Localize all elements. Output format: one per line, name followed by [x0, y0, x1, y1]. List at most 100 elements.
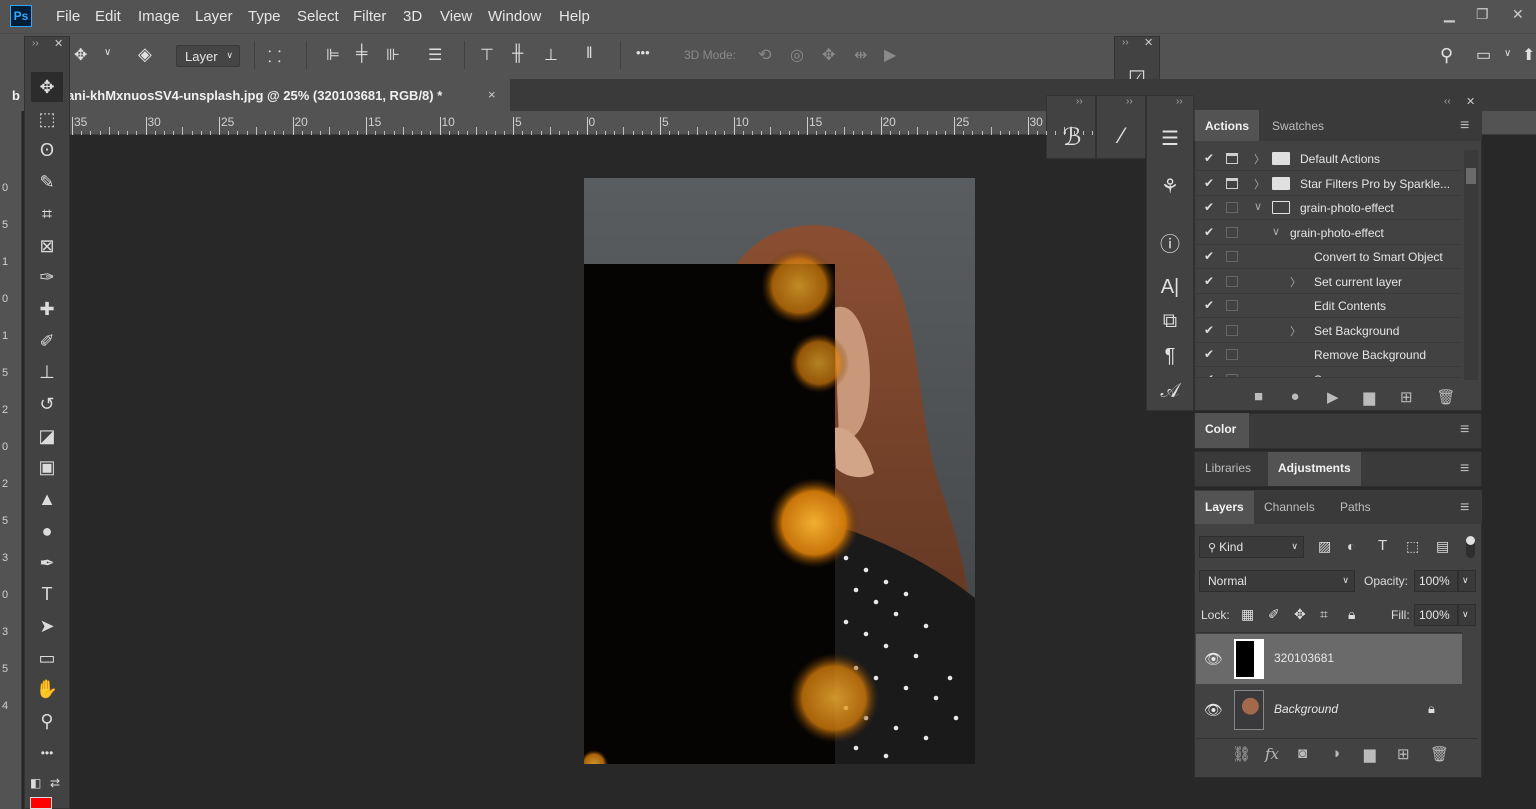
dialog-toggle[interactable] — [1226, 300, 1238, 311]
dialog-toggle[interactable] — [1226, 153, 1238, 164]
3d-scale-icon[interactable]: ▶ — [884, 45, 896, 65]
align-middle-icon[interactable]: ╫ — [512, 45, 523, 63]
adjustments-menu-icon[interactable]: ≡ — [1460, 460, 1469, 478]
action-enabled-check-icon[interactable]: ✔ — [1204, 323, 1214, 337]
dialog-toggle[interactable] — [1226, 349, 1238, 360]
dodge-icon[interactable]: ● — [31, 516, 63, 546]
lasso-icon[interactable]: ʘ — [31, 135, 63, 165]
photoshop-logo-icon[interactable]: Ps — [10, 5, 32, 27]
tool-preset-chevron-icon[interactable]: ∨ — [104, 47, 111, 58]
align-right-icon[interactable]: ⊪ — [386, 45, 400, 65]
fill-field[interactable]: 100% — [1414, 604, 1458, 626]
tab-libraries[interactable]: Libraries — [1195, 452, 1261, 486]
3d-orbit-icon[interactable]: ⟲ — [758, 45, 771, 65]
action-enabled-check-icon[interactable]: ✔ — [1204, 372, 1214, 377]
dialog-toggle[interactable] — [1226, 202, 1238, 213]
move-tool-icon[interactable]: ✥ — [74, 45, 87, 65]
close-tab-icon[interactable]: × — [488, 87, 496, 102]
clone-stamp-icon[interactable]: ⊥ — [31, 357, 63, 387]
opacity-field[interactable]: 100% — [1414, 570, 1458, 592]
clone-source-icon[interactable]: ⚘ — [1156, 174, 1184, 199]
distribute-icon[interactable]: ☰ — [428, 45, 442, 65]
minimize-icon[interactable]: ▁ — [1444, 6, 1455, 23]
filter-shape-icon[interactable]: ⬚ — [1406, 538, 1419, 555]
stop-icon[interactable]: ■ — [1254, 388, 1263, 405]
play-icon[interactable]: ▶ — [1327, 388, 1339, 406]
lock-position-icon[interactable]: ✥ — [1294, 606, 1306, 623]
lock-all-icon[interactable]: 🔒︎ — [1348, 606, 1355, 623]
share-icon[interactable]: ⬆ — [1522, 45, 1535, 65]
rectangle-icon[interactable]: ▭ — [31, 643, 63, 673]
link-icon[interactable]: ⛓︎ — [1232, 745, 1251, 763]
align-center-icon[interactable]: ╪ — [356, 45, 367, 63]
close-window-icon[interactable]: ✕ — [1512, 6, 1524, 23]
align-bottom-icon[interactable]: ⊥ — [544, 45, 558, 65]
zoom-icon[interactable]: ⚲ — [31, 706, 63, 736]
layer-name[interactable]: 320103681 — [1274, 651, 1334, 665]
menu-type[interactable]: Type — [248, 8, 281, 25]
distribute-horizontal-icon[interactable]: ‖ — [586, 45, 593, 63]
action-enabled-check-icon[interactable]: ✔ — [1204, 298, 1214, 312]
menu-layer[interactable]: Layer — [195, 8, 233, 25]
chevron-down-icon[interactable]: ∨ — [1254, 200, 1262, 213]
document-tab[interactable]: b sasani-khMxnuosSV4-unsplash.jpg @ 25% … — [0, 79, 510, 111]
menu-filter[interactable]: Filter — [353, 8, 386, 25]
eraser-icon[interactable]: ◪ — [31, 421, 63, 451]
action-enabled-check-icon[interactable]: ✔ — [1204, 225, 1214, 239]
auto-select-dropdown[interactable]: Layer ∨ — [176, 45, 240, 67]
marquee-icon[interactable]: ⬚ — [31, 104, 63, 134]
action-item[interactable]: ✔ 〉 Star Filters Pro by Sparkle... — [1196, 172, 1462, 196]
menu-file[interactable]: File — [56, 8, 80, 25]
layer-thumbnail[interactable] — [1234, 639, 1264, 679]
filter-smart-object-icon[interactable]: ▤ — [1436, 538, 1449, 555]
crop-icon[interactable]: ⌗ — [31, 199, 63, 229]
action-enabled-check-icon[interactable]: ✔ — [1204, 176, 1214, 190]
menu-3d[interactable]: 3D — [403, 8, 422, 25]
restore-icon[interactable]: ❐ — [1476, 6, 1489, 23]
brush-settings-icon[interactable]: ℬ — [1058, 123, 1086, 152]
menu-view[interactable]: View — [440, 8, 472, 25]
collapse-icon[interactable]: ›› — [1176, 96, 1183, 107]
action-item[interactable]: ✔ 〉 Default Actions — [1196, 147, 1462, 171]
chevron-down-icon[interactable]: ∨ — [1272, 225, 1280, 238]
lock-transparent-icon[interactable]: ▦ — [1241, 606, 1254, 623]
layer-filter-kind[interactable]: ⚲ Kind ∨ — [1199, 536, 1304, 558]
tab-paths[interactable]: Paths — [1330, 491, 1381, 524]
visibility-eye-icon[interactable]: 👁︎ — [1204, 650, 1223, 668]
tab-color[interactable]: Color — [1195, 413, 1249, 448]
actions-scroll-thumb[interactable] — [1466, 168, 1476, 184]
action-item[interactable]: ✔ 〉 Set current layer — [1196, 270, 1462, 294]
lock-image-icon[interactable]: ✐ — [1268, 606, 1280, 623]
fill-chevron-icon[interactable]: ∨ — [1458, 604, 1476, 626]
close-panels-icon[interactable]: ✕ — [1466, 95, 1475, 108]
dialog-toggle[interactable] — [1226, 251, 1238, 262]
close-panel-icon[interactable]: ✕ — [1144, 36, 1153, 49]
delete-icon[interactable]: 🗑︎ — [1437, 388, 1456, 406]
action-item[interactable]: ✔ ∨ grain-photo-effect — [1196, 221, 1462, 245]
frame-icon[interactable]: ⊠ — [31, 231, 63, 261]
3d-roll-icon[interactable]: ◎ — [790, 45, 804, 65]
dialog-toggle[interactable] — [1226, 275, 1238, 287]
tab-layers[interactable]: Layers — [1195, 491, 1254, 524]
3d-icon[interactable]: ⧉ — [1156, 310, 1184, 333]
action-enabled-check-icon[interactable]: ✔ — [1204, 249, 1214, 263]
action-item[interactable]: ✔ Edit Contents — [1196, 294, 1462, 318]
action-item[interactable]: ✔ Convert to Smart Object — [1196, 245, 1462, 269]
color-menu-icon[interactable]: ≡ — [1460, 421, 1469, 439]
layer-row[interactable]: 👁︎ 320103681 — [1196, 634, 1462, 684]
align-top-icon[interactable]: ⊤ — [480, 45, 494, 65]
path-select-icon[interactable]: ➤ — [31, 611, 63, 641]
properties-icon[interactable]: ☰ — [1156, 126, 1184, 151]
layer-row[interactable]: 👁︎ Background 🔒︎ — [1196, 685, 1462, 735]
transform-controls-icon[interactable]: ⸬ — [268, 45, 281, 67]
workspace-chevron-icon[interactable]: ∨ — [1504, 48, 1511, 59]
dialog-toggle[interactable] — [1226, 324, 1238, 336]
action-item[interactable]: ✔ ∨ grain-photo-effect — [1196, 196, 1462, 220]
trash-icon[interactable]: 🗑︎ — [1430, 745, 1449, 763]
opacity-chevron-icon[interactable]: ∨ — [1458, 570, 1476, 592]
type-icon[interactable]: T — [31, 579, 63, 609]
3d-pan-icon[interactable]: ✥ — [822, 45, 835, 65]
adjustment-icon[interactable]: ◑ — [1331, 745, 1340, 762]
brush-icon[interactable]: ✐ — [31, 326, 63, 356]
blend-mode-dropdown[interactable]: Normal ∨ — [1199, 570, 1355, 592]
